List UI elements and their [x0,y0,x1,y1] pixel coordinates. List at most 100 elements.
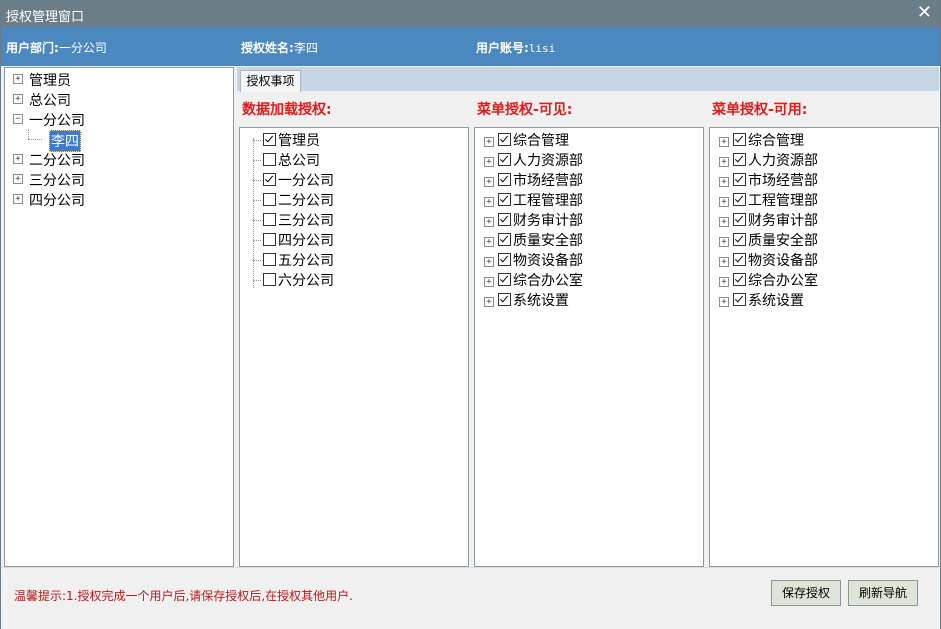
checkbox[interactable] [263,153,276,166]
expand-icon[interactable]: + [484,177,494,187]
checkbox-item[interactable]: + 市场经营部 [484,170,583,190]
org-tree-node[interactable]: + 四分公司 [5,189,233,209]
expand-icon[interactable]: + [484,297,494,307]
checkbox-item[interactable]: + 综合管理 [719,130,804,150]
org-tree-node[interactable]: + 总公司 [5,89,233,109]
checkbox[interactable] [263,173,276,186]
checkbox[interactable] [733,213,746,226]
checkbox[interactable] [498,293,511,306]
expand-icon[interactable]: + [719,277,729,287]
org-tree-node[interactable]: − 一分公司 [5,109,233,129]
checkbox[interactable] [263,253,276,266]
checkbox-item[interactable]: + 工程管理部 [484,190,583,210]
expand-icon[interactable]: + [13,74,23,84]
org-tree-label[interactable]: 一分公司 [29,110,85,130]
tab-auth-items[interactable]: 授权事项 [240,70,301,92]
checkbox-item[interactable]: + 质量安全部 [719,230,818,250]
checkbox[interactable] [733,293,746,306]
checkbox[interactable] [733,193,746,206]
checkbox-item[interactable]: + 人力资源部 [484,150,583,170]
checkbox[interactable] [498,253,511,266]
checkbox-item[interactable]: + 综合办公室 [719,270,818,290]
expand-icon[interactable]: + [719,297,729,307]
org-tree-label[interactable]: 总公司 [29,90,71,110]
checkbox-item[interactable]: 五分公司 [253,250,334,270]
expand-icon[interactable]: + [13,94,23,104]
checkbox-item[interactable]: 一分公司 [253,170,334,190]
checkbox[interactable] [263,213,276,226]
checkbox[interactable] [733,153,746,166]
checkbox[interactable] [263,233,276,246]
checkbox-item[interactable]: + 工程管理部 [719,190,818,210]
expand-icon[interactable]: + [719,237,729,247]
expand-icon[interactable]: + [719,177,729,187]
org-tree-node[interactable]: 李四 [5,129,233,152]
checkbox-item[interactable]: + 综合办公室 [484,270,583,290]
checkbox-item[interactable]: 总公司 [253,150,320,170]
checkbox-label: 物资设备部 [748,253,818,269]
checkbox[interactable] [498,173,511,186]
expand-icon[interactable]: + [13,174,23,184]
menu-visible-title: 菜单授权-可见: [477,102,573,118]
checkbox-item[interactable]: 三分公司 [253,210,334,230]
org-tree-label[interactable]: 三分公司 [29,170,85,190]
save-auth-button[interactable]: 保存授权 [771,580,841,606]
expand-icon[interactable]: + [484,257,494,267]
checkbox-item[interactable]: + 系统设置 [719,290,804,310]
checkbox[interactable] [733,273,746,286]
checkbox-item[interactable]: + 物资设备部 [719,250,818,270]
checkbox[interactable] [263,133,276,146]
checkbox[interactable] [263,273,276,286]
close-icon[interactable]: ✕ [917,3,932,23]
org-tree-node[interactable]: + 二分公司 [5,149,233,169]
expand-icon[interactable]: + [484,137,494,147]
expand-icon[interactable]: + [484,277,494,287]
checkbox[interactable] [498,193,511,206]
org-tree-label[interactable]: 四分公司 [29,190,85,210]
checkbox-item[interactable]: + 人力资源部 [719,150,818,170]
org-tree-label[interactable]: 管理员 [29,70,71,90]
data-auth-title: 数据加载授权: [242,102,332,118]
org-tree-node[interactable]: + 三分公司 [5,169,233,189]
checkbox[interactable] [733,173,746,186]
expand-icon[interactable]: + [484,197,494,207]
checkbox-label: 综合管理 [513,133,569,149]
window-title: 授权管理窗口 [6,10,85,25]
checkbox-item[interactable]: 六分公司 [253,270,334,290]
checkbox[interactable] [733,233,746,246]
expand-icon[interactable]: + [13,194,23,204]
checkbox-item[interactable]: + 综合管理 [484,130,569,150]
org-tree-node[interactable]: + 管理员 [5,69,233,89]
checkbox[interactable] [498,133,511,146]
org-tree-label[interactable]: 二分公司 [29,150,85,170]
expand-icon[interactable]: + [719,257,729,267]
checkbox-item[interactable]: + 系统设置 [484,290,569,310]
expand-icon[interactable]: + [719,197,729,207]
checkbox[interactable] [498,153,511,166]
checkbox[interactable] [498,213,511,226]
expand-icon[interactable]: + [719,137,729,147]
checkbox[interactable] [733,253,746,266]
checkbox-item[interactable]: 四分公司 [253,230,334,250]
collapse-icon[interactable]: − [13,114,23,124]
expand-icon[interactable]: + [719,157,729,167]
checkbox-item[interactable]: + 财务审计部 [719,210,818,230]
checkbox-item[interactable]: + 质量安全部 [484,230,583,250]
checkbox-item[interactable]: 二分公司 [253,190,334,210]
expand-icon[interactable]: + [719,217,729,227]
checkbox-item[interactable]: + 财务审计部 [484,210,583,230]
expand-icon[interactable]: + [484,237,494,247]
checkbox-label: 工程管理部 [748,193,818,209]
checkbox-item[interactable]: + 市场经营部 [719,170,818,190]
expand-icon[interactable]: + [484,217,494,227]
expand-icon[interactable]: + [484,157,494,167]
checkbox[interactable] [733,133,746,146]
checkbox[interactable] [498,233,511,246]
checkbox-item[interactable]: 管理员 [253,130,320,150]
refresh-nav-button[interactable]: 刷新导航 [848,580,918,606]
expand-icon[interactable]: + [13,154,23,164]
checkbox[interactable] [263,193,276,206]
checkbox[interactable] [498,273,511,286]
checkbox-item[interactable]: + 物资设备部 [484,250,583,270]
checkbox-label: 人力资源部 [513,153,583,169]
